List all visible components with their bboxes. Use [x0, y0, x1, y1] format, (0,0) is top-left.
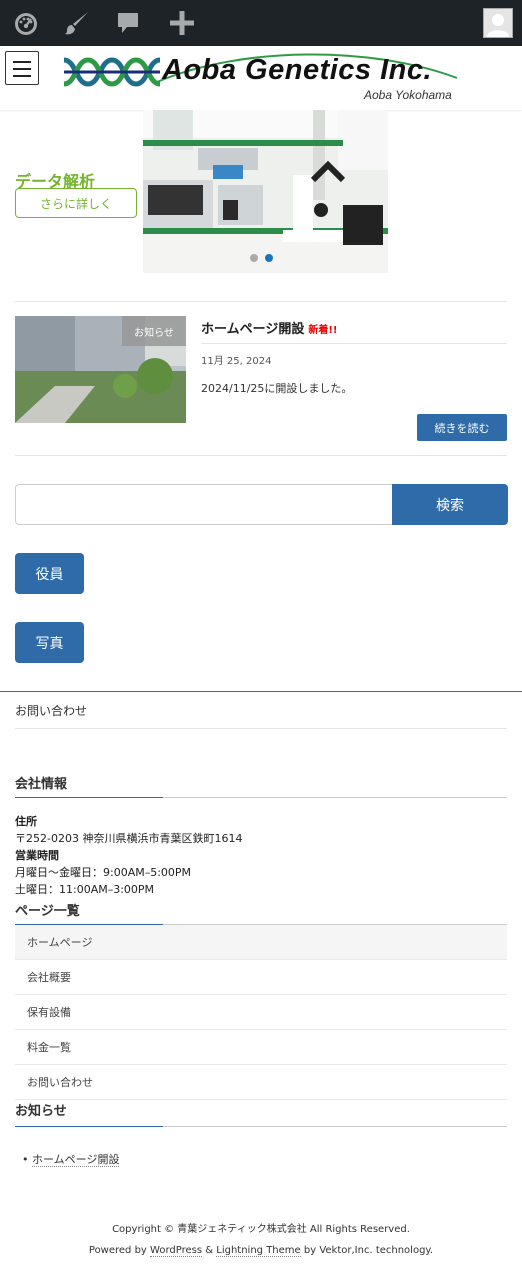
powered-by: Powered by WordPress & Lightning Theme b… — [0, 1245, 522, 1257]
powered-suffix: by Vektor,Inc. technology. — [303, 1245, 434, 1256]
hamburger-menu-button[interactable] — [5, 51, 39, 85]
post-separator — [201, 343, 507, 344]
search-button[interactable]: 検索 — [392, 484, 508, 525]
wordpress-link[interactable]: WordPress — [150, 1245, 203, 1257]
new-label: 新着!! — [308, 325, 338, 336]
slide-more-button[interactable]: さらに詳しく — [15, 188, 137, 218]
slide-image-lab — [143, 110, 388, 273]
dna-logo-icon — [63, 57, 161, 87]
widget-underline — [15, 1126, 507, 1127]
post-excerpt: 2024/11/25に開設しました。 — [201, 382, 353, 395]
page-list-title: ページ一覧 — [15, 904, 80, 919]
logo-text: Aoba Genetics Inc. — [162, 54, 433, 86]
address-text: 〒252-0203 神奈川県横浜市青葉区鉄町1614 — [15, 832, 243, 845]
post-thumbnail[interactable]: お知らせ — [15, 316, 186, 423]
hours-label: 営業時間 — [15, 849, 59, 862]
officers-button[interactable]: 役員 — [15, 553, 84, 594]
slider-dot-1[interactable] — [250, 254, 258, 262]
saturday-hours: 土曜日：11:00AM–3:00PM — [15, 883, 155, 896]
footer-nav-contact[interactable]: お問い合わせ — [15, 702, 87, 719]
company-info-title: 会社情報 — [15, 777, 68, 792]
divider — [15, 728, 507, 729]
weekday-hours: 月曜日～金曜日：9:00AM–5:00PM — [15, 866, 192, 879]
comments-icon[interactable] — [112, 7, 144, 39]
add-new-icon[interactable] — [166, 7, 198, 39]
widget-underline — [15, 797, 507, 798]
page-list: ホームページ 会社概要 保有設備 料金一覧 お問い合わせ — [15, 925, 507, 1100]
powered-prefix: Powered by — [88, 1245, 147, 1256]
slider-dot-2-active[interactable] — [265, 254, 273, 262]
page-list-item-home[interactable]: ホームページ — [15, 925, 507, 960]
search-input[interactable] — [15, 484, 393, 525]
page-list-item-equipment[interactable]: 保有設備 — [15, 995, 507, 1030]
news-link[interactable]: ホームページ開設 — [32, 1153, 120, 1167]
photos-button[interactable]: 写真 — [15, 622, 84, 663]
read-more-button[interactable]: 続きを読む — [417, 414, 507, 441]
news-list-item: • ホームページ開設 — [22, 1151, 120, 1167]
copyright: Copyright © 青葉ジェネティック株式会社 All Rights Res… — [112, 1224, 410, 1235]
admin-bar — [0, 0, 522, 46]
divider — [15, 455, 507, 456]
post-title[interactable]: ホームページ開設 新着!! — [201, 318, 337, 337]
news-title: お知らせ — [15, 1104, 67, 1119]
powered-amp: & — [205, 1245, 214, 1256]
site-logo[interactable]: Aoba Genetics Inc. Aoba Yokohama — [62, 50, 462, 104]
post-title-text[interactable]: ホームページ開設 — [201, 322, 304, 337]
footer-top-border — [0, 691, 522, 692]
divider — [15, 301, 507, 302]
post-date: 11月 25, 2024 — [201, 356, 272, 367]
page-list-item-about[interactable]: 会社概要 — [15, 960, 507, 995]
page-list-item-pricing[interactable]: 料金一覧 — [15, 1030, 507, 1065]
logo-subtitle: Aoba Yokohama — [364, 88, 452, 102]
hero-slider: データ解析 さらに詳しく — [0, 110, 522, 273]
site-header: Aoba Genetics Inc. Aoba Yokohama — [0, 46, 522, 110]
avatar-icon[interactable] — [483, 8, 513, 38]
page-list-item-contact[interactable]: お問い合わせ — [15, 1065, 507, 1100]
post-category-badge: お知らせ — [122, 316, 186, 346]
bullet: • — [22, 1153, 29, 1166]
customize-brush-icon[interactable] — [61, 7, 93, 39]
lightning-theme-link[interactable]: Lightning Theme — [216, 1245, 301, 1257]
address-label: 住所 — [15, 815, 37, 828]
dashboard-icon[interactable] — [10, 7, 42, 39]
